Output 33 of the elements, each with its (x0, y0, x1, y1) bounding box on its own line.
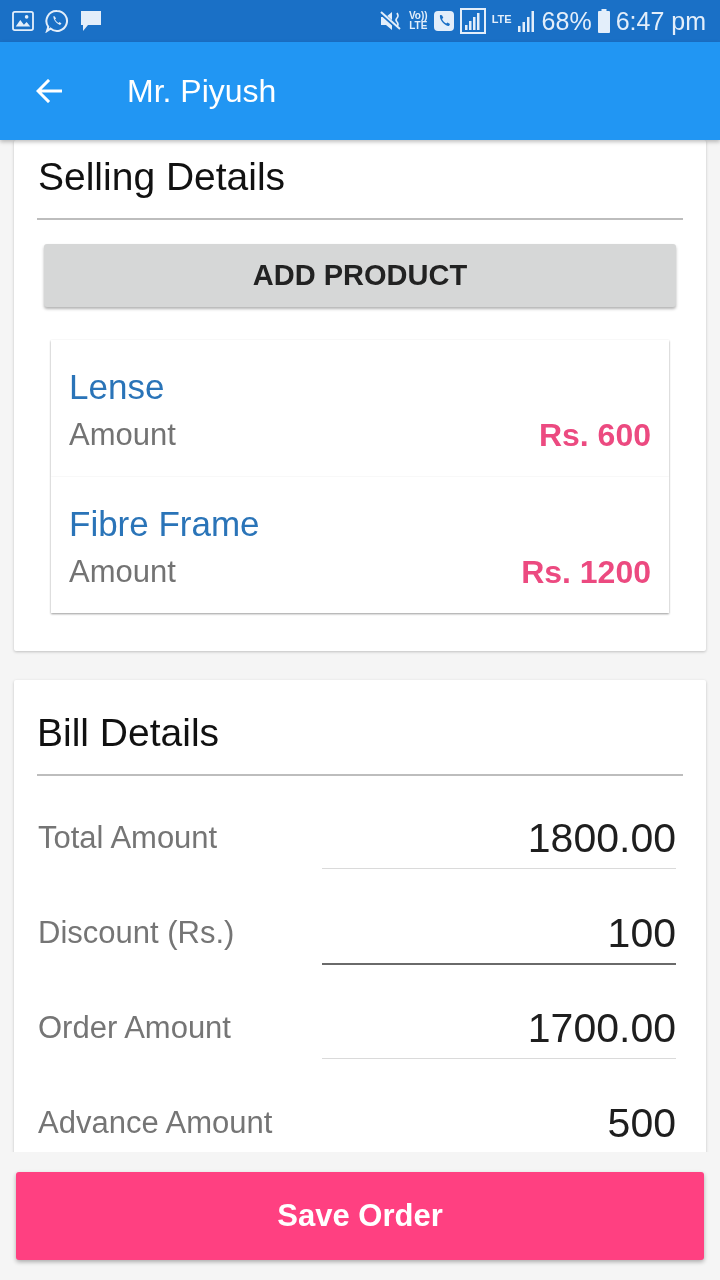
phone-icon (433, 11, 454, 31)
section-title: Selling Details (38, 154, 287, 200)
field-label: Advance Amount (38, 1104, 273, 1142)
battery-icon (597, 9, 610, 33)
amount-field[interactable]: 1700.00 (322, 1004, 676, 1059)
network-type: LTE (491, 12, 512, 25)
product-name: Lense (69, 367, 166, 407)
back-button[interactable] (36, 79, 62, 103)
add-product-button[interactable]: ADD PRODUCT (44, 244, 676, 307)
signal-icon (459, 8, 486, 34)
volte-indicator: Vo)) LTE (408, 11, 428, 31)
amount-field[interactable]: 100 (322, 909, 676, 965)
image-icon (12, 11, 34, 31)
product-amount: Rs. 600 (538, 416, 651, 454)
amount-label: Amount (69, 553, 176, 591)
mute-icon (378, 10, 403, 32)
product-card[interactable]: Fibre Frame Amount Rs. 1200 (51, 477, 669, 613)
field-label: Order Amount (38, 1009, 231, 1047)
product-amount: Rs. 1200 (521, 553, 651, 591)
product-name: Fibre Frame (69, 504, 261, 544)
app-bar-title: Mr. Piyush (127, 72, 277, 110)
amount-label: Amount (69, 416, 176, 454)
battery-percentage: 68% (541, 6, 592, 36)
chat-bubble-phone-icon (45, 9, 69, 33)
signal-icon (517, 10, 536, 32)
message-icon (80, 10, 102, 32)
clock-time: 6:47 pm (615, 6, 706, 36)
back-arrow-icon (36, 79, 62, 103)
field-label: Discount (Rs.) (38, 914, 235, 952)
amount-field[interactable]: 1800.00 (322, 814, 676, 869)
field-label: Total Amount (38, 819, 218, 857)
product-card[interactable]: Lense Amount Rs. 600 (51, 340, 669, 477)
section-title: Bill Details (37, 710, 221, 756)
